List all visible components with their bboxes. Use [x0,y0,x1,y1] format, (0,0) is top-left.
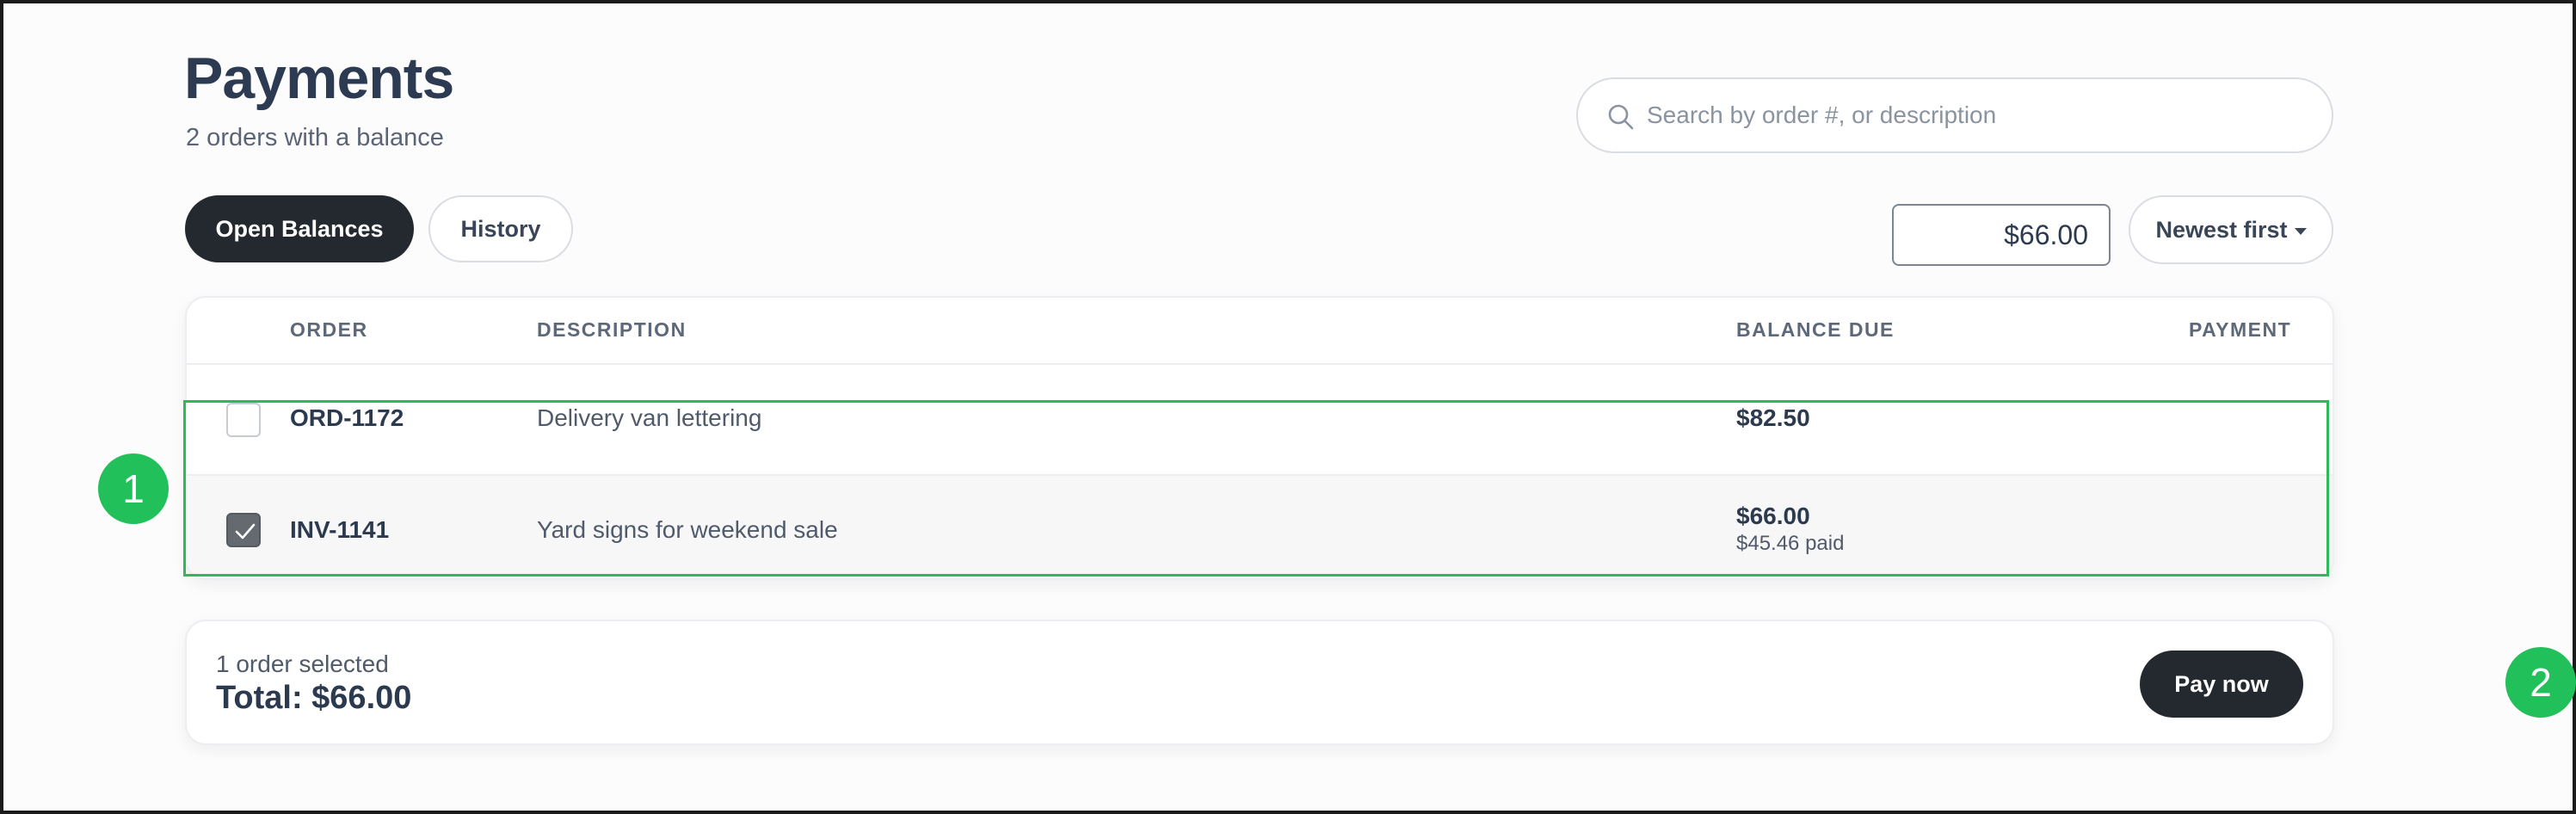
search-box[interactable] [1576,77,2333,153]
payment-summary: 1 order selected Total: $66.00 Pay now [185,620,2334,745]
total-amount: Total: $66.00 [216,680,412,716]
order-id: INV-1141 [290,516,390,543]
column-header-balance-due[interactable]: BALANCE DUE [1736,318,1895,342]
balance-due: $82.50 [1736,404,1810,431]
row-checkbox-inv-1141[interactable] [226,513,261,547]
row-checkbox-ord-1172[interactable] [226,403,261,437]
annotation-badge: 2 [2505,647,2576,718]
check-icon [235,523,256,540]
column-header-order[interactable]: ORDER [290,318,368,342]
tab-history[interactable]: History [428,195,573,262]
order-id: ORD-1172 [290,404,404,431]
order-description: Delivery van lettering [537,404,762,431]
payment-amount-input[interactable] [1892,204,2111,266]
order-description: Yard signs for weekend sale [537,516,838,543]
page-subtitle: 2 orders with a balance [186,124,444,151]
pay-now-button[interactable]: Pay now [2140,651,2303,718]
sort-label: Newest first [2155,216,2288,243]
page-title: Payments [184,46,454,111]
balance-due: $66.00 [1736,503,1810,529]
amount-paid: $45.46 paid [1736,532,1845,555]
tab-open-balances[interactable]: Open Balances [185,195,414,262]
column-header-payment[interactable]: PAYMENT [2189,318,2291,342]
selected-count: 1 order selected [216,651,389,677]
search-icon [1608,104,1634,130]
column-header-description[interactable]: DESCRIPTION [537,318,687,342]
table-row[interactable] [187,475,2333,578]
row-divider [187,474,2333,476]
orders-table: ORDER DESCRIPTION BALANCE DUE PAYMENT OR… [185,296,2334,580]
header-divider [187,363,2333,365]
table-row[interactable] [187,401,2333,478]
annotation-badge: 1 [98,453,169,524]
search-input[interactable] [1647,79,2318,151]
sort-dropdown[interactable]: Newest first [2129,195,2333,264]
chevron-down-icon [2294,228,2307,235]
app-window: Payments 2 orders with a balance Open Ba… [0,0,2576,814]
